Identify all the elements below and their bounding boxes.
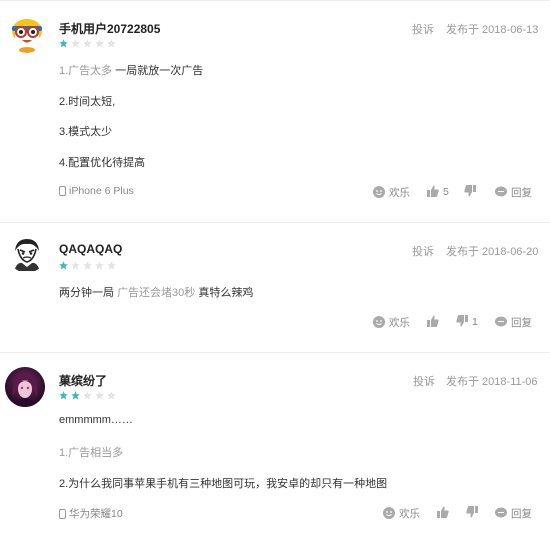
star-rating [59,261,119,271]
report-link[interactable]: 投诉 [412,21,434,37]
username[interactable]: 菓缤纷了 [59,372,107,389]
smile-icon [373,186,385,198]
star-icon [71,261,80,270]
star-icon [107,39,116,48]
star-icon [107,391,116,400]
phone-icon [59,186,66,196]
comment-icon [495,507,507,519]
star-icon [59,391,68,400]
review-text-line: 4.配置优化待提高 [59,157,146,169]
thumbs-up-icon [427,185,439,197]
thumbs-down-icon [464,185,476,197]
review-card: QAQAQAQ 投诉 发布于 2018-06-20 两分钟一局 广告还会堵30秒… [0,223,550,352]
star-icon [83,391,92,400]
review-tag: 广告还会堵30秒 [117,287,196,299]
fun-button[interactable]: 欢乐 [373,185,410,200]
dislike-button[interactable] [464,185,480,198]
star-icon [59,39,68,48]
review-card: 手机用户20722805 投诉 发布于 2018-06-13 1.广告太多 一局… [0,0,550,222]
smile-icon [383,507,395,519]
fun-button[interactable]: 欢乐 [383,506,420,521]
phone-icon [59,509,66,519]
star-icon [83,261,92,270]
fun-button[interactable]: 欢乐 [373,315,410,330]
device-info: 华为荣耀10 [59,506,123,521]
smile-icon [373,316,385,328]
star-icon [59,261,68,270]
comment-icon [495,316,507,328]
post-date: 发布于 2018-11-06 [446,376,538,388]
reply-button[interactable]: 回复 [495,185,532,200]
star-icon [107,261,116,270]
like-button[interactable] [427,315,443,328]
star-rating [59,39,119,49]
avatar[interactable] [8,235,46,273]
review-text-line: 1.广告太多 一局就放一次广告 [59,65,204,77]
penguin-avatar-image [8,15,46,53]
review-text-line: 3.模式太少 [59,126,113,138]
post-date: 发布于 2018-06-13 [446,24,539,36]
avatar[interactable] [8,15,46,53]
username[interactable]: QAQAQAQ [59,242,122,256]
dislike-button[interactable]: 1 [456,315,478,328]
star-icon [95,261,104,270]
thumbs-up-icon [437,506,449,518]
report-link[interactable]: 投诉 [413,373,435,389]
reply-button[interactable]: 回复 [495,315,532,330]
review-text-line: 2.为什么我同事苹果手机有三种地图可玩，我安卓的却只有一种地图 [59,478,388,490]
review-tag: 1.广告太多 [59,65,113,77]
sketch-avatar-image [8,235,46,273]
device-info: iPhone 6 Plus [59,185,134,197]
dislike-button[interactable] [466,506,482,519]
star-icon [71,39,80,48]
star-rating [59,391,119,401]
star-icon [95,391,104,400]
star-icon [95,39,104,48]
star-icon [83,39,92,48]
username[interactable]: 手机用户20722805 [59,20,160,37]
like-button[interactable] [437,506,453,519]
thumbs-down-icon [466,506,478,518]
review-card: 菓缤纷了 投诉 发布于 2018-11-06 emmmmm…… 1.广告相当多 … [0,353,550,534]
like-button[interactable]: 5 [427,185,449,198]
review-tag: 1.广告相当多 [59,447,124,459]
review-text-line: 2.时间太短, [59,96,116,108]
thumbs-up-icon [427,315,439,327]
post-date: 发布于 2018-06-20 [446,246,539,258]
thumbs-down-icon [456,315,468,327]
comment-icon [495,186,507,198]
review-text-line: emmmmm…… [59,414,133,426]
star-icon [71,391,80,400]
report-link[interactable]: 投诉 [412,243,434,259]
review-text-line: 1.广告相当多 [59,444,123,460]
anime-avatar-image [5,367,45,407]
avatar[interactable] [5,367,45,407]
review-text-line: 两分钟一局 广告还会堵30秒 真特么辣鸡 [59,287,254,299]
reply-button[interactable]: 回复 [495,506,532,521]
